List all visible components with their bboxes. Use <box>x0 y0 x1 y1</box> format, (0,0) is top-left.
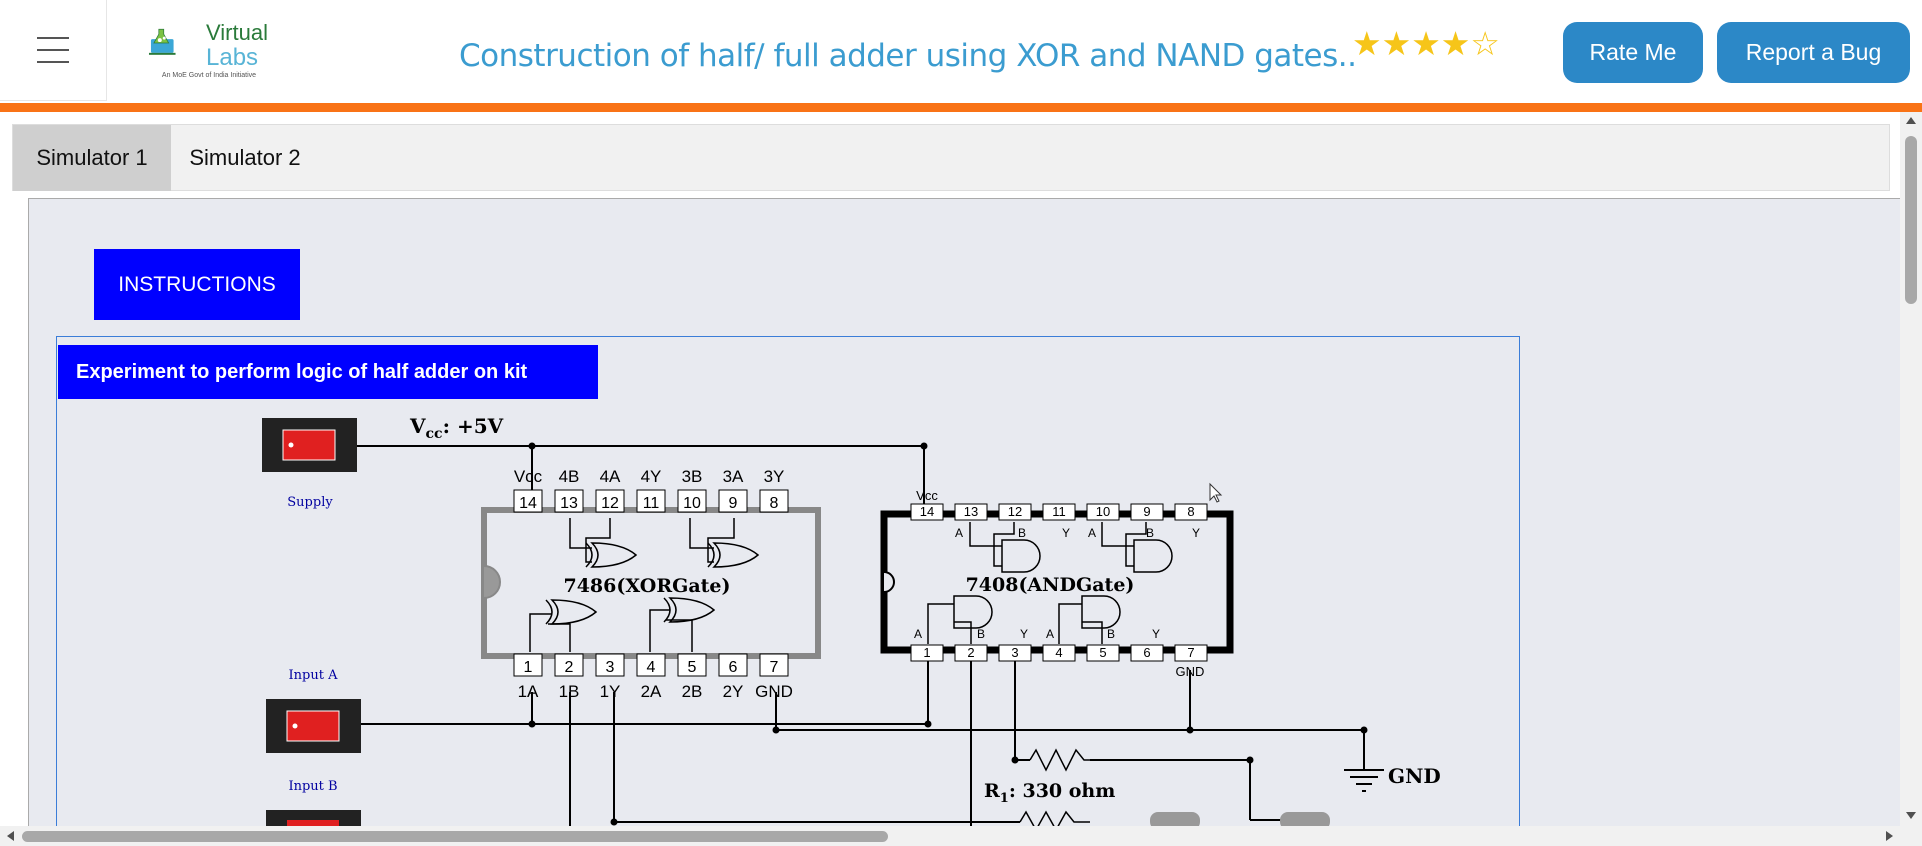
vcc-label: Vcc: +5V <box>409 414 504 442</box>
logo-text-labs: Labs <box>206 44 259 71</box>
report-bug-button[interactable]: Report a Bug <box>1717 22 1910 83</box>
star-filled-icon[interactable]: ★ <box>1411 25 1441 62</box>
xor-bottom-pin-label: 1A <box>518 682 539 701</box>
xor-bottom-pin-number: 7 <box>770 659 779 676</box>
circuit-diagram: Supply Input A Input B Vcc: +5V R1: 330 … <box>262 414 1441 826</box>
header-divider <box>0 103 1922 112</box>
mouse-cursor-icon <box>1209 482 1223 503</box>
svg-text:Y: Y <box>1062 526 1070 540</box>
svg-text:A: A <box>1088 526 1096 540</box>
horizontal-scrollbar[interactable] <box>0 826 1922 846</box>
and-bottom-pin-number: 4 <box>1055 645 1062 660</box>
logo-tagline: An MoE Govt of India Initiative <box>161 72 257 79</box>
xor-bottom-pin-label: 1B <box>559 682 580 701</box>
ground-icon <box>1344 769 1384 792</box>
and-bottom-pin-number: 6 <box>1143 645 1150 660</box>
and-top-pin-number: 9 <box>1143 504 1150 519</box>
and-bottom-pin-number: 2 <box>967 645 974 660</box>
supply-switch[interactable] <box>262 418 357 472</box>
and-top-pin-number: 8 <box>1187 504 1194 519</box>
and-top-pins: 14 13 12 11 10 9 8 <box>910 503 1208 521</box>
and-bottom-pins: 1 2 3 4 5 6 7 <box>910 644 1208 662</box>
xor-top-pin-number: 13 <box>560 495 578 512</box>
xor-bottom-pin-number: 3 <box>606 659 615 676</box>
and-bottom-pin-number: 3 <box>1011 645 1018 660</box>
xor-top-pin-label: 4Y <box>641 467 662 486</box>
xor-bottom-pin-number: 1 <box>524 659 533 676</box>
xor-bottom-pin-number: 4 <box>647 659 656 676</box>
star-filled-icon[interactable]: ★ <box>1441 25 1471 62</box>
xor-top-pin-number: 8 <box>770 495 779 512</box>
rating-stars[interactable]: ★★★★☆ <box>1352 24 1500 64</box>
and-gnd-label: GND <box>1176 664 1205 679</box>
xor-top-pin-number: 14 <box>519 495 537 512</box>
vertical-scrollbar[interactable] <box>1900 112 1922 826</box>
resistor-r1 <box>1029 748 1090 772</box>
rate-me-button[interactable]: Rate Me <box>1563 22 1703 83</box>
input-b-label: Input B <box>288 779 337 794</box>
and-bottom-pin-number: 1 <box>923 645 930 660</box>
supply-label: Supply <box>287 495 333 510</box>
svg-text:B: B <box>977 627 985 641</box>
xor-ic-label: 7486(XORGate) <box>563 575 730 597</box>
logo-text-virtual: Virtual <box>206 20 268 45</box>
xor-top-pins: 14 Vcc 13 4B 12 4A 11 4Y 10 3B 9 3A 8 3Y <box>513 467 789 513</box>
svg-text:A: A <box>955 526 963 540</box>
and-vcc-label: Vcc <box>916 488 938 503</box>
xor-bottom-pin-number: 2 <box>565 659 574 676</box>
led-icon <box>1150 812 1330 826</box>
xor-top-pin-number: 10 <box>683 495 701 512</box>
and-ic-label: 7408(ANDGate) <box>966 574 1135 596</box>
top-bar: Virtual Labs An MoE Govt of India Initia… <box>0 0 1922 103</box>
xor-top-pin-label: Vcc <box>514 467 543 486</box>
svg-text:Y: Y <box>1020 627 1028 641</box>
svg-text:B: B <box>1146 526 1154 540</box>
svg-text:B: B <box>1107 627 1115 641</box>
and-top-pin-number: 11 <box>1052 504 1066 519</box>
xor-top-pin-label: 3Y <box>764 467 785 486</box>
gnd-label: GND <box>1388 764 1441 788</box>
input-a-switch[interactable] <box>266 699 361 753</box>
xor-top-pin-number: 11 <box>643 495 660 512</box>
and-bottom-pin-number: 7 <box>1187 645 1194 660</box>
resistor-label: R1: 330 ohm <box>984 780 1115 806</box>
and-top-pin-number: 13 <box>964 504 978 519</box>
svg-text:Y: Y <box>1152 627 1160 641</box>
svg-text:A: A <box>1046 627 1054 641</box>
xor-top-pin-label: 3A <box>723 467 744 486</box>
xor-top-pin-label: 4B <box>559 467 580 486</box>
xor-bottom-pin-number: 6 <box>729 659 738 676</box>
star-empty-icon[interactable]: ☆ <box>1470 25 1500 62</box>
vertical-scroll-thumb[interactable] <box>1905 136 1917 304</box>
star-filled-icon[interactable]: ★ <box>1352 25 1382 62</box>
svg-text:B: B <box>1018 526 1026 540</box>
xor-top-pin-label: 3B <box>682 467 703 486</box>
and-top-pin-number: 12 <box>1008 504 1022 519</box>
main-content: Simulator 1 Simulator 2 INSTRUCTIONS Exp… <box>0 112 1900 826</box>
xor-top-pin-number: 12 <box>601 495 619 512</box>
svg-text:Y: Y <box>1192 526 1200 540</box>
xor-top-pin-label: 4A <box>600 467 621 486</box>
xor-bottom-pin-label: 2A <box>641 682 662 701</box>
star-filled-icon[interactable]: ★ <box>1382 25 1412 62</box>
and-top-pin-number: 10 <box>1096 504 1110 519</box>
hamburger-menu-icon[interactable] <box>0 0 107 101</box>
xor-bottom-pin-label: 1Y <box>600 682 621 701</box>
xor-bottom-pins: 1 1A 2 1B 3 1Y 4 2A 5 2B 6 2Y 7 GND <box>513 653 793 701</box>
input-a-label: Input A <box>289 668 339 683</box>
and-top-pin-number: 14 <box>920 504 934 519</box>
xor-bottom-pin-label: 2B <box>682 682 703 701</box>
horizontal-scroll-thumb[interactable] <box>22 831 888 842</box>
page-title: Construction of half/ full adder using X… <box>459 38 1357 74</box>
xor-bottom-pin-label: GND <box>755 682 793 701</box>
resistor-r2 <box>1019 810 1090 826</box>
xor-top-pin-number: 9 <box>729 495 738 512</box>
xor-bottom-pin-label: 2Y <box>723 682 744 701</box>
svg-text:A: A <box>914 627 922 641</box>
input-b-switch[interactable] <box>266 810 361 826</box>
xor-bottom-pin-number: 5 <box>688 659 697 676</box>
and-bottom-pin-number: 5 <box>1099 645 1106 660</box>
